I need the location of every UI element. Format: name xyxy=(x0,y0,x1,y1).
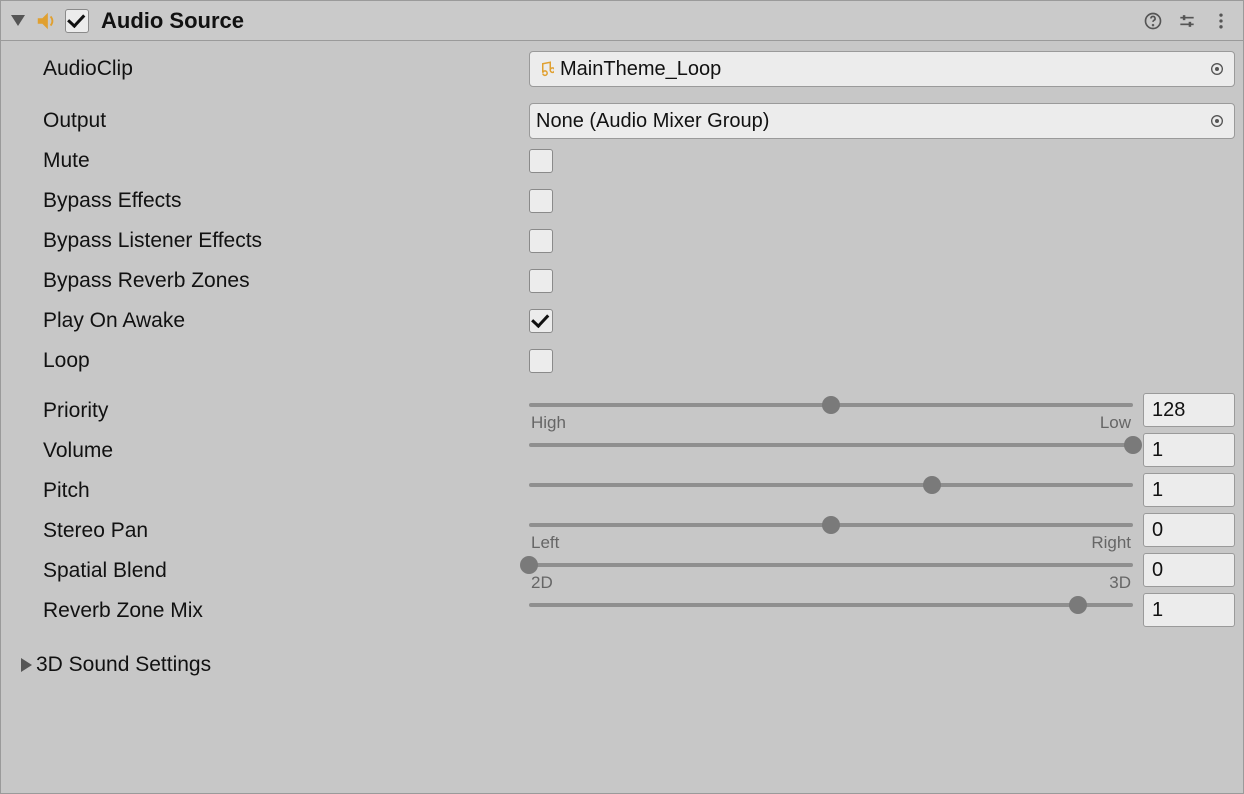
audioclip-row: AudioClip MainTheme_Loop xyxy=(41,49,1235,89)
reverb-zone-mix-input[interactable] xyxy=(1143,593,1235,627)
chevron-right-icon xyxy=(21,658,32,672)
stereo-pan-row: Stereo Pan Left Right xyxy=(41,513,1235,553)
priority-row: Priority High Low xyxy=(41,393,1235,433)
bypass-reverb-zones-row: Bypass Reverb Zones xyxy=(41,261,1235,301)
foldout-toggle[interactable] xyxy=(11,15,25,26)
spatial-blend-input[interactable] xyxy=(1143,553,1235,587)
audio-source-inspector: Audio Source AudioClip xyxy=(0,0,1244,794)
priority-slider[interactable] xyxy=(529,403,1133,407)
3d-sound-settings-label: 3D Sound Settings xyxy=(36,653,211,677)
loop-row: Loop xyxy=(41,341,1235,381)
stereo-pan-input[interactable] xyxy=(1143,513,1235,547)
spatial-blend-tick-left: 2D xyxy=(531,573,553,593)
output-row: Output None (Audio Mixer Group) xyxy=(41,101,1235,141)
priority-label: Priority xyxy=(41,393,521,423)
volume-input[interactable] xyxy=(1143,433,1235,467)
loop-label: Loop xyxy=(41,349,521,373)
play-on-awake-checkbox[interactable] xyxy=(529,309,553,333)
audioclip-field[interactable]: MainTheme_Loop xyxy=(529,51,1235,87)
priority-slider-thumb[interactable] xyxy=(822,396,840,414)
object-picker-icon[interactable] xyxy=(1206,110,1228,132)
volume-slider[interactable] xyxy=(529,443,1133,447)
3d-sound-settings-foldout[interactable]: 3D Sound Settings xyxy=(21,645,1235,685)
object-picker-icon[interactable] xyxy=(1206,58,1228,80)
play-on-awake-label: Play On Awake xyxy=(41,309,521,333)
spatial-blend-slider[interactable] xyxy=(529,563,1133,567)
reverb-zone-mix-row: Reverb Zone Mix xyxy=(41,593,1235,633)
audio-source-icon xyxy=(35,10,57,32)
bypass-effects-row: Bypass Effects xyxy=(41,181,1235,221)
output-field[interactable]: None (Audio Mixer Group) xyxy=(529,103,1235,139)
volume-label: Volume xyxy=(41,433,521,463)
presets-icon[interactable] xyxy=(1173,7,1201,35)
audioclip-label: AudioClip xyxy=(41,57,521,81)
mute-label: Mute xyxy=(41,149,521,173)
component-enabled-checkbox[interactable] xyxy=(65,9,89,33)
spatial-blend-row: Spatial Blend 2D 3D xyxy=(41,553,1235,593)
bypass-listener-effects-row: Bypass Listener Effects xyxy=(41,221,1235,261)
volume-row: Volume xyxy=(41,433,1235,473)
bypass-reverb-zones-checkbox[interactable] xyxy=(529,269,553,293)
bypass-effects-label: Bypass Effects xyxy=(41,189,521,213)
stereo-pan-slider[interactable] xyxy=(529,523,1133,527)
reverb-zone-mix-slider-thumb[interactable] xyxy=(1069,596,1087,614)
reverb-zone-mix-slider[interactable] xyxy=(529,603,1133,607)
pitch-slider-thumb[interactable] xyxy=(923,476,941,494)
stereo-pan-tick-left: Left xyxy=(531,533,559,553)
pitch-input[interactable] xyxy=(1143,473,1235,507)
pitch-slider[interactable] xyxy=(529,483,1133,487)
stereo-pan-tick-right: Right xyxy=(1091,533,1131,553)
mute-row: Mute xyxy=(41,141,1235,181)
bypass-reverb-zones-label: Bypass Reverb Zones xyxy=(41,269,521,293)
audioclip-value: MainTheme_Loop xyxy=(560,58,1200,81)
spatial-blend-slider-thumb[interactable] xyxy=(520,556,538,574)
stereo-pan-label: Stereo Pan xyxy=(41,513,521,543)
bypass-effects-checkbox[interactable] xyxy=(529,189,553,213)
output-value: None (Audio Mixer Group) xyxy=(536,110,1200,133)
stereo-pan-slider-thumb[interactable] xyxy=(822,516,840,534)
component-header[interactable]: Audio Source xyxy=(1,1,1243,41)
play-on-awake-row: Play On Awake xyxy=(41,301,1235,341)
spatial-blend-label: Spatial Blend xyxy=(41,553,521,583)
priority-tick-right: Low xyxy=(1100,413,1131,433)
component-body: AudioClip MainTheme_Loop Output No xyxy=(1,41,1243,697)
pitch-row: Pitch xyxy=(41,473,1235,513)
priority-tick-left: High xyxy=(531,413,566,433)
component-title: Audio Source xyxy=(101,8,244,34)
bypass-listener-effects-label: Bypass Listener Effects xyxy=(41,229,521,253)
reverb-zone-mix-label: Reverb Zone Mix xyxy=(41,593,521,623)
mute-checkbox[interactable] xyxy=(529,149,553,173)
volume-slider-thumb[interactable] xyxy=(1124,436,1142,454)
audioclip-icon xyxy=(536,60,554,78)
output-label: Output xyxy=(41,109,521,133)
context-menu-icon[interactable] xyxy=(1207,7,1235,35)
pitch-label: Pitch xyxy=(41,473,521,503)
spatial-blend-tick-right: 3D xyxy=(1109,573,1131,593)
priority-input[interactable] xyxy=(1143,393,1235,427)
bypass-listener-effects-checkbox[interactable] xyxy=(529,229,553,253)
help-icon[interactable] xyxy=(1139,7,1167,35)
loop-checkbox[interactable] xyxy=(529,349,553,373)
